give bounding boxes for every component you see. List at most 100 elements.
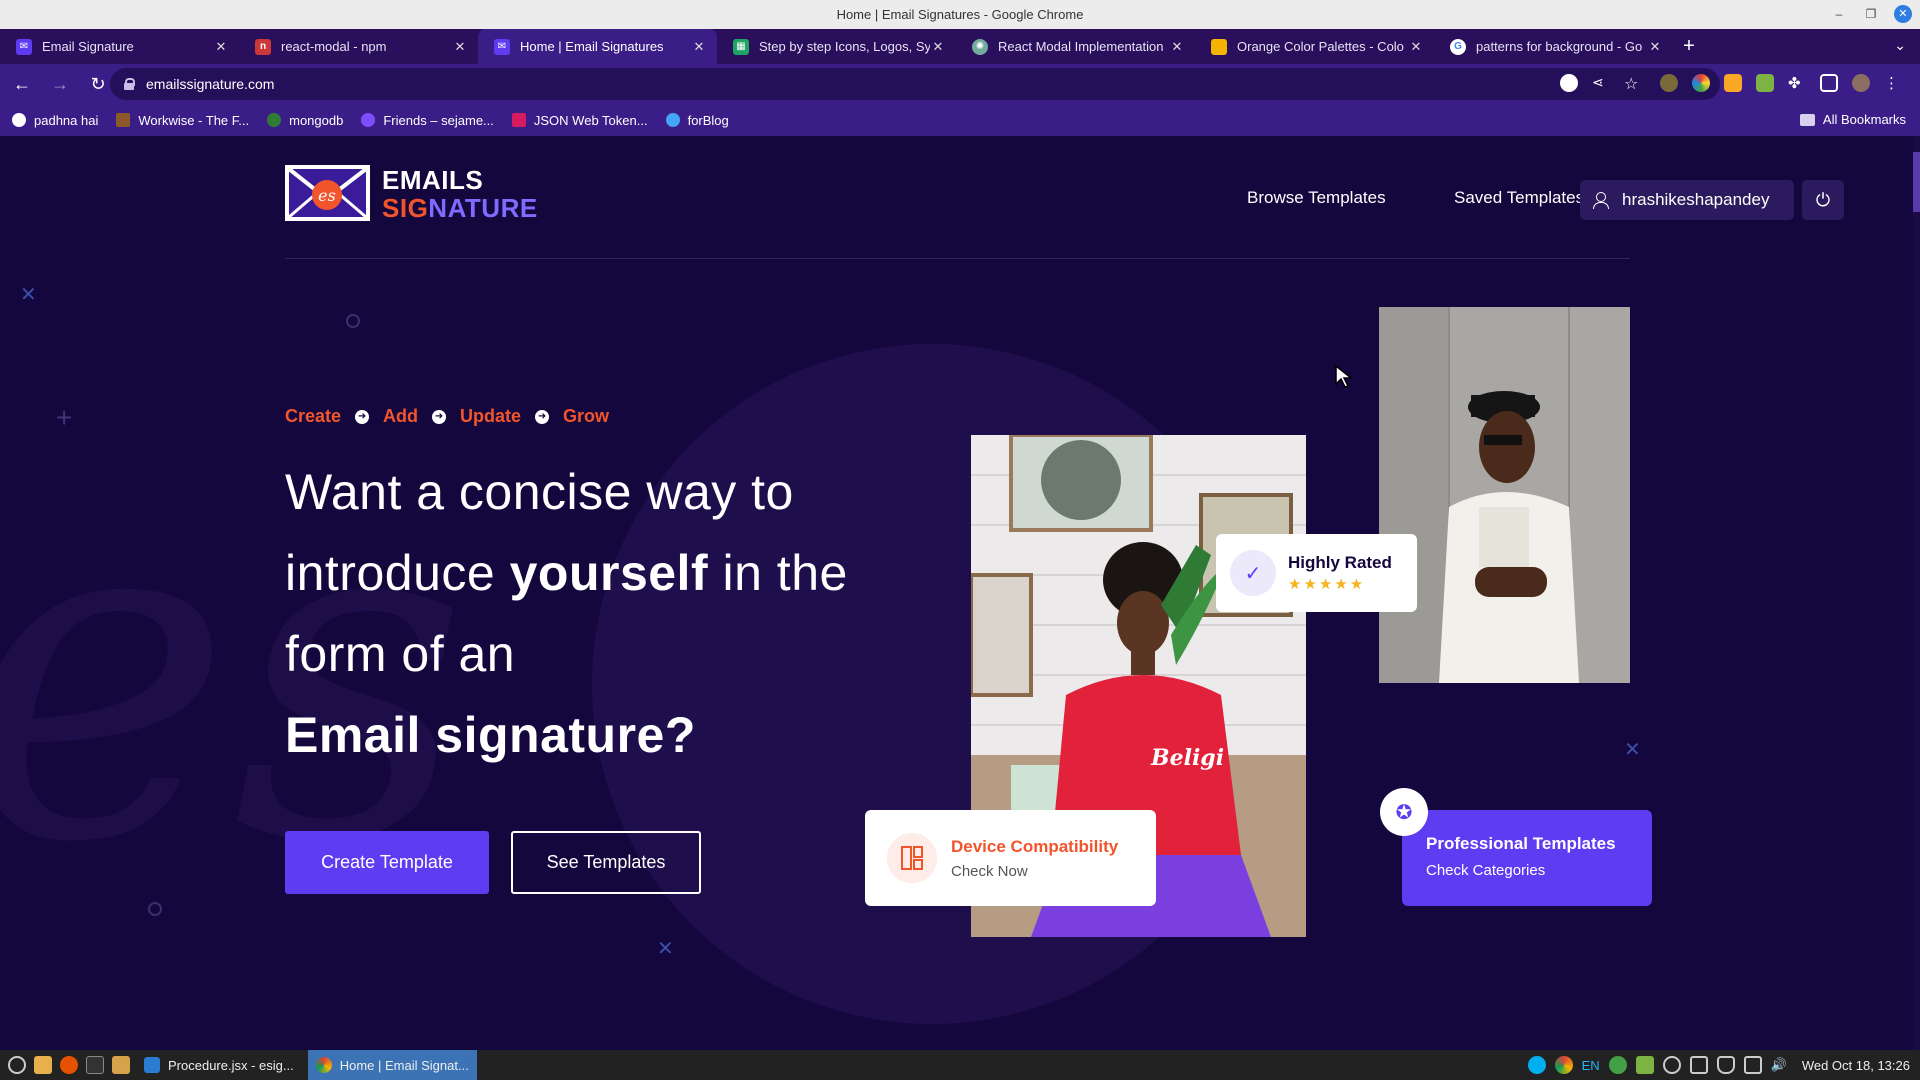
display-tray-icon[interactable] [1743, 1056, 1762, 1074]
tab-step-by-step-icons[interactable]: ▦ Step by step Icons, Logos, Sy ✕ [717, 29, 956, 64]
close-icon[interactable]: ✕ [1408, 39, 1424, 55]
firefox-icon[interactable] [60, 1056, 78, 1074]
new-tab-button[interactable]: + [1673, 29, 1705, 64]
purple-logo-icon: ✉ [16, 38, 32, 55]
forward-button[interactable]: → [44, 68, 76, 100]
all-bookmarks-button[interactable]: All Bookmarks [1799, 112, 1906, 127]
award-ribbon-icon: ✪ [1380, 788, 1428, 836]
taskbar-task-vscode[interactable]: Procedure.jsx - esig... [136, 1050, 302, 1080]
files-icon[interactable] [34, 1056, 52, 1074]
tab-react-modal-implementation[interactable]: ✺ React Modal Implementation ✕ [956, 29, 1195, 64]
site-logo-mark[interactable]: es [285, 165, 370, 221]
openai-icon: ✺ [972, 38, 988, 55]
extension-4-icon[interactable] [1756, 74, 1774, 92]
menu-kebab-icon[interactable]: ⋮ [1884, 74, 1902, 92]
keyboard-language[interactable]: EN [1582, 1058, 1600, 1073]
step-add: Add [383, 406, 419, 426]
device-compatibility-card[interactable]: Device Compatibility Check Now [865, 810, 1156, 906]
power-tray-icon[interactable] [1662, 1056, 1681, 1074]
tab-home-email-signatures[interactable]: ✉ Home | Email Signatures ✕ [478, 29, 717, 64]
pro-card-link[interactable]: Check Categories [1426, 862, 1652, 879]
chrome-tray-icon[interactable] [1554, 1056, 1573, 1074]
see-templates-button[interactable]: See Templates [511, 831, 701, 894]
x-decoration-icon: ✕ [657, 938, 674, 960]
maximize-button[interactable]: ❐ [1862, 7, 1880, 21]
bookmarks-bar: padhna hai Workwise - The F... mongodb F… [0, 104, 1920, 136]
site-logo-text[interactable]: EMAILS SIGNATURE [382, 166, 538, 222]
bookmark-star-icon[interactable]: ☆ [1624, 74, 1642, 93]
check-tray-icon[interactable] [1608, 1056, 1627, 1074]
arrow-right-icon: ➜ [355, 409, 370, 424]
tab-react-modal-npm[interactable]: n react-modal - npm ✕ [239, 29, 478, 64]
tl-tray-icon[interactable] [1635, 1056, 1654, 1074]
bookmark-friends[interactable]: Friends – sejame... [361, 113, 494, 128]
share-icon[interactable]: ⋖ [1592, 74, 1610, 92]
side-panel-icon[interactable] [1820, 74, 1838, 92]
close-icon[interactable]: ✕ [1647, 39, 1663, 55]
bookmark-padhna-hai[interactable]: padhna hai [12, 113, 98, 128]
bookmark-workwise[interactable]: Workwise - The F... [116, 113, 249, 128]
back-button[interactable]: ← [6, 68, 38, 100]
omnibox-actions: ⋖ ☆ [1560, 74, 1642, 93]
bookmark-forblog[interactable]: forBlog [665, 113, 729, 128]
tab-title: patterns for background - Go [1476, 39, 1643, 54]
browser-toolbar: ← → ↻ emailssignature.com ⋖ ☆ ✤ ⋮ [0, 64, 1920, 104]
close-icon[interactable]: ✕ [930, 39, 946, 55]
tab-title: react-modal - npm [281, 39, 387, 54]
power-icon: ⏻ [1815, 189, 1831, 210]
arrow-right-icon: ➜ [535, 409, 550, 424]
bookmark-mongodb[interactable]: mongodb [267, 113, 343, 128]
skype-icon[interactable] [1527, 1056, 1546, 1074]
close-icon[interactable]: ✕ [1169, 39, 1185, 55]
os-window-titlebar: Home | Email Signatures - Google Chrome … [0, 0, 1920, 29]
nav-browse-templates[interactable]: Browse Templates [1247, 188, 1386, 208]
extension-3-icon[interactable] [1724, 74, 1742, 92]
shield-tray-icon[interactable] [1716, 1056, 1735, 1074]
tab-title: Email Signature [42, 39, 134, 54]
bookmark-json-web-token[interactable]: JSON Web Token... [511, 113, 648, 128]
device-card-link[interactable]: Check Now [951, 863, 1118, 880]
close-window-button[interactable]: ✕ [1894, 5, 1912, 23]
start-menu-icon[interactable] [8, 1056, 26, 1074]
page-scrollbar[interactable] [1913, 136, 1920, 1050]
rated-title: Highly Rated [1288, 553, 1392, 572]
logo-line1: EMAILS [382, 165, 484, 195]
google-lens-icon[interactable] [1560, 74, 1578, 92]
url-text: emailssignature.com [146, 76, 275, 92]
google-icon [12, 113, 26, 127]
scrollbar-thumb[interactable] [1913, 152, 1920, 212]
tab-email-signature[interactable]: ✉ Email Signature ✕ [0, 29, 239, 64]
puzzle-extensions-icon[interactable]: ✤ [1788, 74, 1806, 92]
profile-avatar[interactable] [1852, 74, 1870, 92]
extension-1-icon[interactable] [1660, 74, 1678, 92]
headline-line3: form of an [285, 626, 516, 682]
volume-icon[interactable]: 🔊 [1771, 1057, 1787, 1073]
minimize-button[interactable]: – [1830, 7, 1848, 21]
close-icon[interactable]: ✕ [691, 39, 707, 55]
blog-icon [665, 113, 680, 127]
close-icon[interactable]: ✕ [452, 39, 468, 55]
svg-text:es: es [318, 186, 336, 205]
color-picker-icon[interactable] [1692, 74, 1710, 92]
logout-button[interactable]: ⏻ [1802, 180, 1844, 220]
terminal-icon[interactable] [86, 1056, 104, 1074]
taskbar-clock[interactable]: Wed Oct 18, 13:26 [1802, 1058, 1910, 1073]
process-steps: Create ➜ Add ➜ Update ➜ Grow [285, 406, 609, 427]
folder-icon[interactable] [112, 1056, 130, 1074]
create-template-button[interactable]: Create Template [285, 831, 489, 894]
clipboard-tray-icon[interactable] [1689, 1056, 1708, 1074]
tab-orange-color-palettes[interactable]: Orange Color Palettes - Colo ✕ [1195, 29, 1434, 64]
username: hrashikeshapandey [1622, 190, 1770, 209]
close-icon[interactable]: ✕ [213, 39, 229, 55]
taskbar-task-chrome[interactable]: Home | Email Signat... [307, 1050, 477, 1080]
tab-search-chevron-icon[interactable]: ⌄ [1894, 37, 1906, 54]
tab-patterns-for-background[interactable]: G patterns for background - Go ✕ [1434, 29, 1673, 64]
step-grow: Grow [563, 406, 610, 426]
professional-templates-card[interactable]: ✪ Professional Templates Check Categorie… [1380, 788, 1652, 906]
address-bar[interactable]: emailssignature.com [110, 68, 1720, 100]
google-icon: G [1450, 38, 1466, 55]
step-update: Update [460, 406, 522, 426]
user-account-button[interactable]: hrashikeshapandey [1580, 180, 1794, 220]
nav-saved-templates[interactable]: Saved Templates [1454, 188, 1584, 208]
device-layout-icon [887, 833, 937, 883]
